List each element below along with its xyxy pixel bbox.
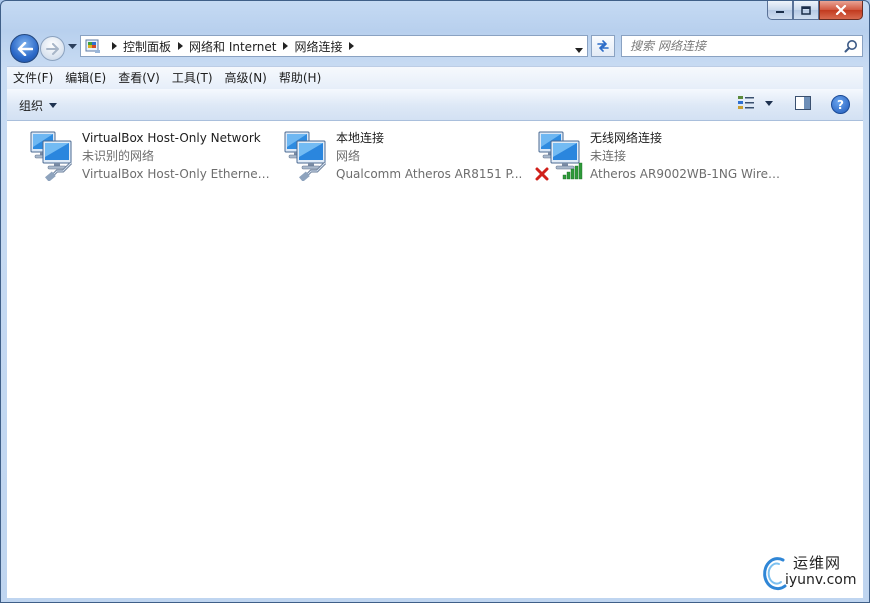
connection-item-wireless[interactable]: 无线网络连接 未连接 Atheros AR9002WB-1NG Wirel... <box>523 129 780 185</box>
connection-text: 无线网络连接 未连接 Atheros AR9002WB-1NG Wirel... <box>590 129 790 183</box>
close-icon <box>835 5 847 15</box>
breadcrumb-chevron-icon[interactable] <box>345 42 359 50</box>
help-button[interactable]: ? <box>831 95 850 114</box>
minimize-button[interactable] <box>767 1 793 20</box>
connection-device: Qualcomm Atheros AR8151 P... <box>336 167 523 181</box>
address-bar[interactable]: 控制面板 网络和 Internet 网络连接 <box>80 35 588 57</box>
disconnected-x-icon <box>535 167 549 181</box>
close-button[interactable] <box>819 1 863 20</box>
connections-list: VirtualBox Host-Only Network 未识别的网络 Virt… <box>7 121 863 598</box>
menu-file[interactable]: 文件(F) <box>7 68 59 88</box>
back-button[interactable] <box>10 34 39 63</box>
breadcrumb-item-network-connections[interactable]: 网络连接 <box>292 38 344 55</box>
menu-help[interactable]: 帮助(H) <box>273 68 327 88</box>
connection-text: VirtualBox Host-Only Network 未识别的网络 Virt… <box>82 129 282 183</box>
breadcrumb-chevron-icon[interactable] <box>173 42 187 50</box>
view-options-icon <box>738 96 754 109</box>
forward-arrow-icon <box>45 42 59 55</box>
watermark-cn-text: 运维网 <box>793 554 842 572</box>
refresh-icon <box>597 40 609 52</box>
preview-pane-icon <box>795 96 811 110</box>
recent-pages-button[interactable] <box>67 42 77 52</box>
search-icon[interactable] <box>844 39 858 53</box>
preview-pane-button[interactable] <box>795 96 811 113</box>
maximize-icon <box>801 5 811 15</box>
watermark-en-text: iyunv.com <box>785 572 857 588</box>
menu-advanced[interactable]: 高级(N) <box>219 68 273 88</box>
connection-item-local-area[interactable]: 本地连接 网络 Qualcomm Atheros AR8151 P... <box>269 129 522 185</box>
breadcrumb: 控制面板 网络和 Internet 网络连接 <box>107 36 359 56</box>
chevron-down-icon <box>49 102 58 108</box>
navigation-bar: 控制面板 网络和 Internet 网络连接 <box>7 31 863 63</box>
connection-text: 本地连接 网络 Qualcomm Atheros AR8151 P... <box>336 129 536 183</box>
connection-name: 无线网络连接 <box>590 131 663 145</box>
connection-status: 网络 <box>336 149 361 163</box>
wired-network-icon <box>284 131 327 181</box>
organize-button[interactable]: 组织 <box>15 95 61 115</box>
command-bar: 组织 ? <box>7 89 863 121</box>
search-box <box>621 35 863 57</box>
maximize-button[interactable] <box>793 1 819 20</box>
wired-network-icon <box>30 131 73 181</box>
minimize-icon <box>776 11 784 13</box>
breadcrumb-chevron-icon[interactable] <box>278 42 292 50</box>
connection-item-virtualbox[interactable]: VirtualBox Host-Only Network 未识别的网络 Virt… <box>15 129 272 185</box>
change-view-button[interactable] <box>737 95 773 111</box>
connection-status: 未识别的网络 <box>82 149 155 163</box>
connection-device: VirtualBox Host-Only Ethernet ... <box>82 167 272 181</box>
connection-status: 未连接 <box>590 149 627 163</box>
search-input[interactable] <box>622 36 840 56</box>
menu-edit[interactable]: 编辑(E) <box>59 68 112 88</box>
chevron-down-icon <box>765 100 773 106</box>
forward-button[interactable] <box>40 36 65 61</box>
organize-label: 组织 <box>19 98 44 113</box>
address-history-dropdown-icon[interactable] <box>575 42 583 56</box>
refresh-button[interactable] <box>591 35 615 57</box>
caption-buttons <box>767 1 863 20</box>
menu-view[interactable]: 查看(V) <box>112 68 166 88</box>
menu-tools[interactable]: 工具(T) <box>166 68 219 88</box>
breadcrumb-item-network-internet[interactable]: 网络和 Internet <box>187 38 278 55</box>
breadcrumb-item-control-panel[interactable]: 控制面板 <box>121 38 173 55</box>
back-arrow-icon <box>17 41 33 56</box>
menu-bar: 文件(F) 编辑(E) 查看(V) 工具(T) 高级(N) 帮助(H) <box>7 66 863 89</box>
connection-name: VirtualBox Host-Only Network <box>82 131 261 145</box>
chevron-down-icon <box>67 44 77 49</box>
connection-name: 本地连接 <box>336 131 385 145</box>
watermark: 运维网 iyunv.com <box>761 550 857 594</box>
explorer-window: 控制面板 网络和 Internet 网络连接 文件(F) <box>0 0 870 603</box>
breadcrumb-chevron-icon[interactable] <box>107 42 121 50</box>
control-panel-icon <box>85 39 100 53</box>
connection-device: Atheros AR9002WB-1NG Wirel... <box>590 167 780 181</box>
